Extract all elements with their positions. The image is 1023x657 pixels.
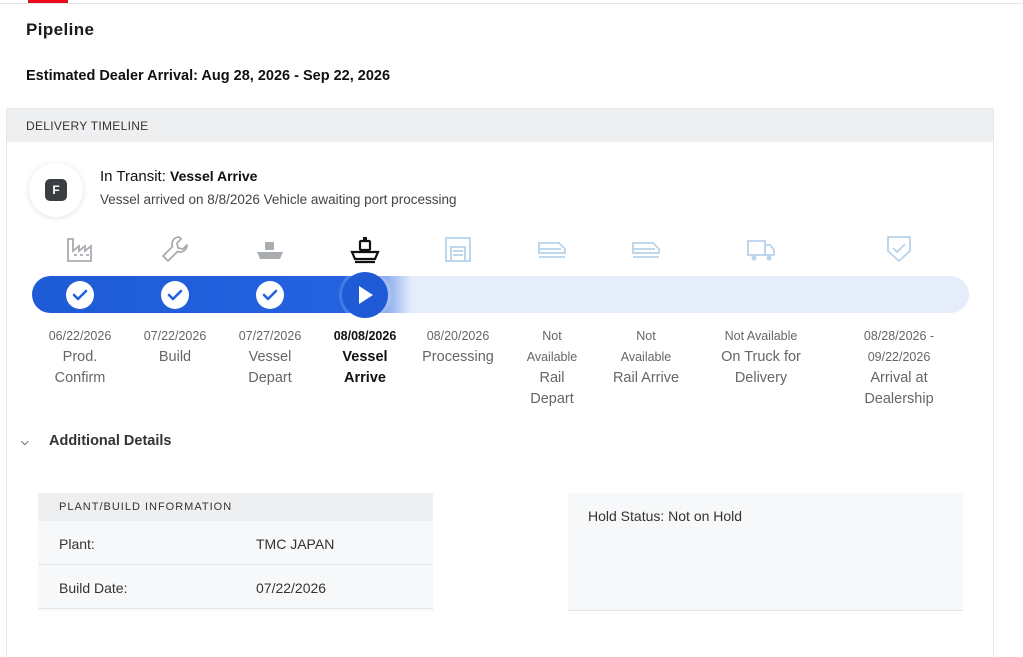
step-name: Arrival at Dealership	[864, 370, 934, 407]
hold-status-card: Hold Status: Not on Hold	[568, 493, 963, 611]
step-name: Vessel Depart	[248, 349, 292, 386]
factory-icon	[67, 238, 92, 262]
hold-status-text: Hold Status: Not on Hold	[588, 508, 743, 524]
wrench-icon	[162, 236, 188, 262]
truck-icon	[747, 240, 775, 261]
build-date-value: 07/22/2026	[256, 580, 327, 596]
step-arrival-dealership: 08/28/2026 - 09/22/2026 Arrival at Deale…	[844, 326, 954, 410]
delivery-timeline-header: DELIVERY TIMELINE	[7, 109, 993, 142]
step-complete-marker	[161, 281, 189, 309]
plant-row: Plant: TMC JAPAN	[38, 521, 433, 565]
step-name: Rail Arrive	[612, 370, 680, 386]
top-divider	[0, 0, 1023, 4]
chevron-down-icon: ⌵	[21, 437, 29, 448]
status-badge: F	[29, 163, 83, 217]
play-icon	[359, 286, 373, 304]
step-date: 08/20/2026	[426, 329, 490, 343]
step-build: 07/22/2026 Build	[127, 326, 223, 368]
step-date: 07/22/2026	[143, 329, 207, 343]
check-icon	[72, 289, 88, 301]
build-date-key: Build Date:	[59, 580, 128, 596]
step-rail-depart: Not Available Rail Depart	[504, 326, 600, 410]
timeline-icons-row	[7, 233, 995, 267]
step-vessel-arrive: 08/08/2026 Vessel Arrive	[317, 326, 413, 389]
step-date: 06/22/2026	[48, 329, 112, 343]
step-name: Prod. Confirm	[54, 349, 106, 386]
step-date: Not Available	[620, 329, 672, 364]
step-vessel-depart: 07/27/2026 Vessel Depart	[222, 326, 318, 389]
step-date: 07/27/2026	[238, 329, 302, 343]
step-date: 08/28/2026 - 09/22/2026	[863, 329, 935, 364]
step-on-truck: Not Available On Truck for Delivery	[701, 326, 821, 389]
step-name: Build	[158, 349, 192, 365]
step-name: Rail Depart	[530, 370, 574, 407]
step-processing: 08/20/2026 Processing	[410, 326, 506, 368]
build-date-row: Build Date: 07/22/2026	[38, 565, 433, 609]
step-name: Processing	[422, 349, 494, 365]
status-prefix: In Transit:	[100, 168, 166, 185]
step-date: Not Available	[526, 329, 578, 364]
page-title: Pipeline	[26, 20, 95, 39]
badge-letter: F	[45, 179, 67, 201]
train-icon	[632, 242, 660, 258]
step-current-marker	[342, 272, 388, 318]
status-description: Vessel arrived on 8/8/2026 Vehicle await…	[100, 192, 457, 207]
delivery-timeline-card: DELIVERY TIMELINE F In Transit: Vessel A…	[6, 108, 994, 657]
step-complete-marker	[256, 281, 284, 309]
ship-icon	[350, 237, 380, 264]
train-icon	[538, 242, 566, 258]
additional-details-label: Additional Details	[49, 433, 172, 449]
additional-details-toggle[interactable]: ⌵ Additional Details	[21, 433, 171, 449]
plant-value: TMC JAPAN	[256, 536, 335, 552]
step-name: Vessel Arrive	[342, 349, 388, 386]
check-icon	[262, 289, 278, 301]
estimated-dealer-arrival: Estimated Dealer Arrival: Aug 28, 2026 -…	[26, 68, 391, 84]
ship-icon	[257, 242, 283, 259]
status-title: In Transit: Vessel Arrive	[100, 168, 257, 185]
step-prod-confirm: 06/22/2026 Prod. Confirm	[32, 326, 128, 389]
plant-build-header: PLANT/BUILD INFORMATION	[38, 493, 433, 521]
plant-key: Plant:	[59, 536, 95, 552]
step-date: 08/08/2026	[333, 329, 397, 343]
status-stage: Vessel Arrive	[170, 168, 258, 184]
plant-build-card: PLANT/BUILD INFORMATION Plant: TMC JAPAN…	[38, 493, 433, 611]
step-name: On Truck for Delivery	[721, 349, 801, 386]
step-rail-arrive: Not Available Rail Arrive	[598, 326, 694, 389]
check-icon	[167, 289, 183, 301]
step-complete-marker	[66, 281, 94, 309]
shield-check-icon	[887, 236, 911, 262]
active-tab-indicator	[28, 0, 68, 3]
garage-icon	[445, 237, 471, 262]
step-date: Not Available	[724, 329, 798, 343]
